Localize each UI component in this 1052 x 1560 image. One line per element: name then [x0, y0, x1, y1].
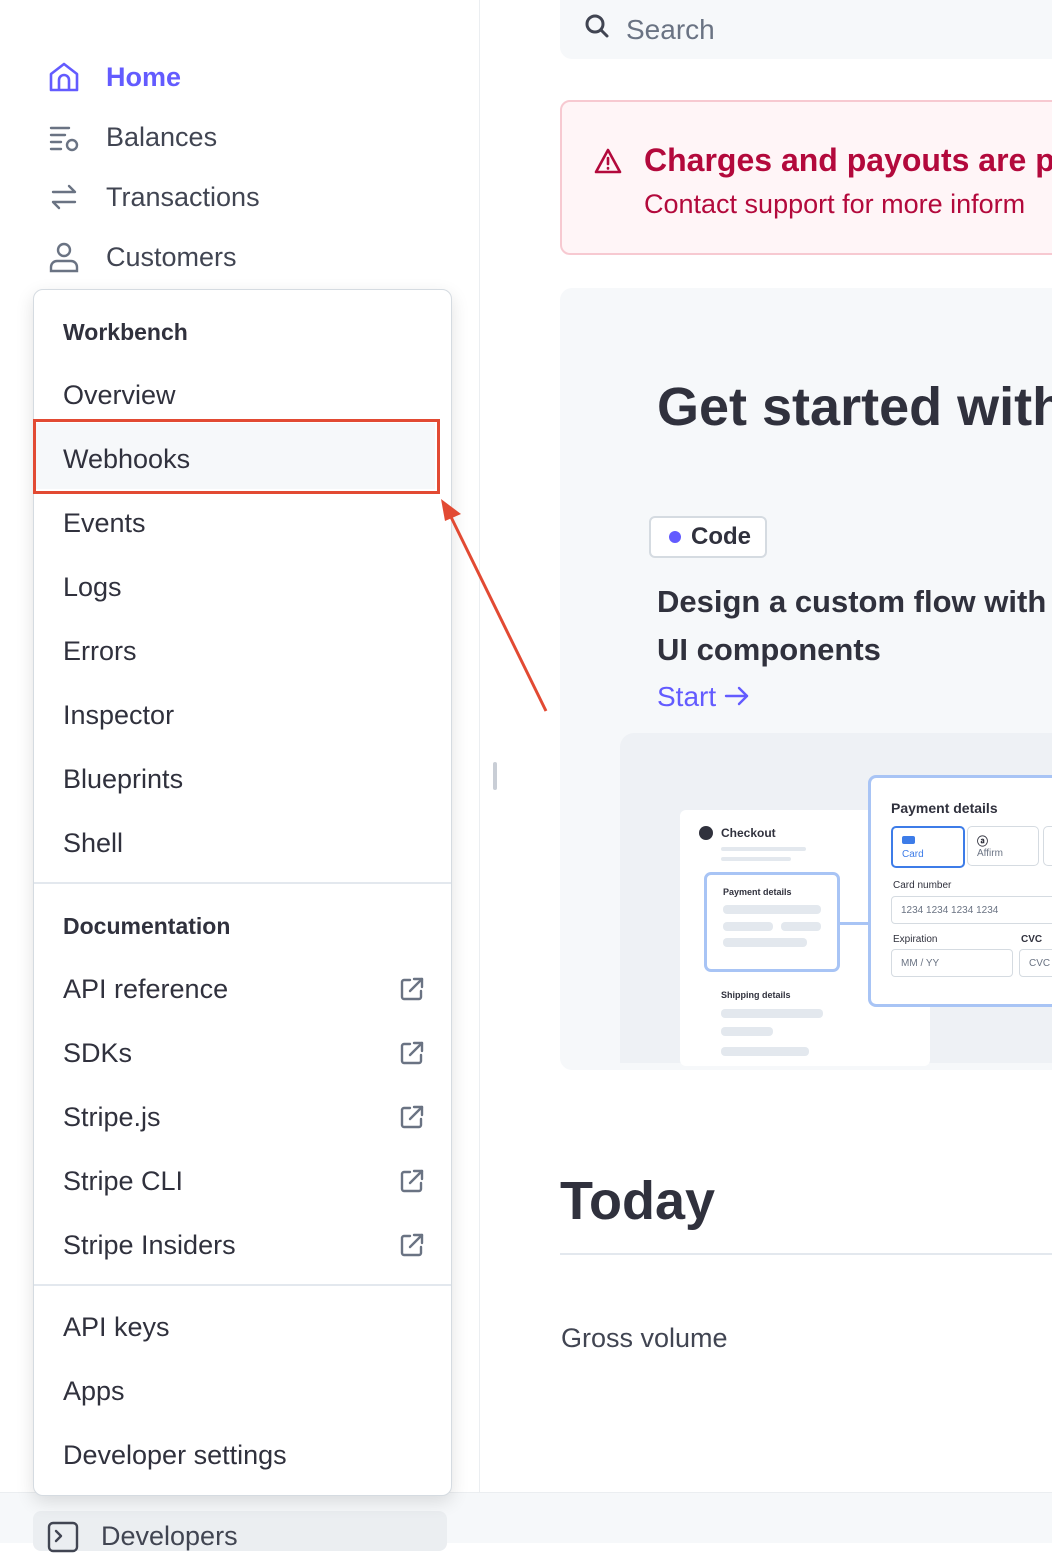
annotation-arrow-icon: [441, 499, 548, 712]
